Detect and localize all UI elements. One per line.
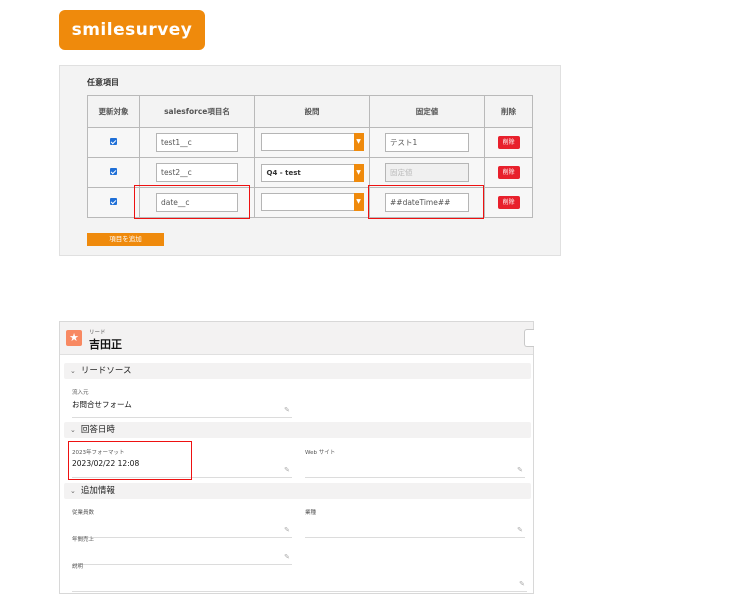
- field-website: Web サイト ✎: [305, 448, 525, 478]
- section-additional-info[interactable]: ⌄ 追加情報: [64, 483, 531, 499]
- pencil-icon[interactable]: ✎: [517, 526, 523, 534]
- question-select-value: Q4 - test: [266, 168, 301, 177]
- table-row: test2__c Q4 - test ▼ 固定値 削除: [87, 157, 533, 188]
- optional-items-panel: 任意項目 更新対象 salesforce項目名 設問 固定値 削除 test1_…: [59, 65, 561, 256]
- object-label: リード: [89, 330, 106, 336]
- pencil-icon[interactable]: ✎: [284, 553, 290, 561]
- field-label: Web サイト: [305, 450, 336, 456]
- lead-star-icon: ★: [66, 330, 82, 346]
- header-field-name: salesforce項目名: [139, 95, 255, 128]
- field-name-cell: test1__c: [139, 127, 255, 158]
- question-select[interactable]: Q4 - test ▼: [260, 163, 364, 182]
- field-name-input[interactable]: test2__c: [156, 163, 238, 182]
- delete-button[interactable]: 削除: [497, 196, 520, 209]
- delete-button[interactable]: 削除: [497, 166, 520, 179]
- header-update: 更新対象: [87, 95, 140, 128]
- fixed-value-cell: テスト1: [369, 127, 485, 158]
- pencil-icon[interactable]: ✎: [284, 466, 290, 474]
- fixed-value-input[interactable]: 固定値: [385, 163, 469, 182]
- field-label: 流入元: [72, 390, 89, 396]
- field-label: 説明: [72, 564, 84, 570]
- update-checkbox[interactable]: [110, 198, 117, 205]
- pencil-icon[interactable]: ✎: [284, 406, 290, 414]
- chevron-down-icon: ⌄: [70, 487, 76, 495]
- table-header-row: 更新対象 salesforce項目名 設問 固定値 削除: [87, 95, 533, 128]
- field-label: 年間売上: [72, 537, 95, 543]
- record-header: ★ リード 吉田正: [60, 322, 534, 355]
- field-source: 流入元 お問合せフォーム ✎: [72, 388, 292, 418]
- delete-button[interactable]: 削除: [497, 136, 520, 149]
- smilesurvey-logo: smilesurvey: [59, 10, 205, 50]
- chevron-down-icon: ⌄: [70, 426, 76, 434]
- chevron-down-icon: ▼: [353, 163, 364, 182]
- field-annual-revenue: 年間売上 ✎: [72, 535, 292, 565]
- pencil-icon[interactable]: ✎: [519, 580, 525, 588]
- question-cell: ▼: [254, 187, 370, 218]
- section-lead-source[interactable]: ⌄ リードソース: [64, 363, 531, 379]
- section-label: 回答日時: [80, 425, 115, 435]
- table-row: test1__c ▼ テスト1 削除: [87, 127, 533, 158]
- optional-items-title: 任意項目: [87, 78, 119, 87]
- fixed-value-highlight: [368, 185, 484, 219]
- pencil-icon[interactable]: ✎: [517, 466, 523, 474]
- field-industry: 業種 ✎: [305, 508, 525, 538]
- field-name-input[interactable]: test1__c: [156, 133, 238, 152]
- add-item-button[interactable]: 項目を追加: [87, 233, 164, 246]
- question-cell: Q4 - test ▼: [254, 157, 370, 188]
- update-cell: [87, 127, 140, 158]
- pencil-icon[interactable]: ✎: [284, 526, 290, 534]
- field-value: お問合せフォーム: [72, 400, 132, 409]
- datetime-field-highlight: [68, 441, 192, 480]
- chevron-down-icon: ▼: [353, 132, 364, 151]
- page-root: smilesurvey 任意項目 更新対象 salesforce項目名 設問 固…: [0, 0, 739, 612]
- header-delete: 削除: [484, 95, 533, 128]
- delete-cell: 削除: [484, 157, 533, 188]
- field-label: 業種: [305, 510, 317, 516]
- update-checkbox[interactable]: [110, 168, 117, 175]
- question-cell: ▼: [254, 127, 370, 158]
- update-cell: [87, 187, 140, 218]
- field-name-cell: test2__c: [139, 157, 255, 188]
- chevron-down-icon: ▼: [353, 192, 364, 211]
- header-fixed-value: 固定値: [369, 95, 485, 128]
- header-question: 設問: [254, 95, 370, 128]
- fixed-value-cell: 固定値: [369, 157, 485, 188]
- section-label: 追加情報: [80, 486, 115, 496]
- header-action-button[interactable]: [524, 329, 534, 347]
- field-name-highlight: [134, 185, 250, 219]
- field-description: 説明 ✎: [72, 562, 527, 592]
- field-label: 従業員数: [72, 510, 95, 516]
- question-select[interactable]: ▼: [260, 132, 364, 151]
- question-select[interactable]: ▼: [260, 192, 364, 211]
- update-cell: [87, 157, 140, 188]
- delete-cell: 削除: [484, 187, 533, 218]
- section-label: リードソース: [80, 366, 132, 376]
- update-checkbox[interactable]: [110, 138, 117, 145]
- section-response-datetime[interactable]: ⌄ 回答日時: [64, 422, 531, 438]
- field-employees: 従業員数 ✎: [72, 508, 292, 538]
- fixed-value-input[interactable]: テスト1: [385, 133, 469, 152]
- record-name: 吉田正: [89, 338, 122, 351]
- chevron-down-icon: ⌄: [70, 367, 76, 375]
- delete-cell: 削除: [484, 127, 533, 158]
